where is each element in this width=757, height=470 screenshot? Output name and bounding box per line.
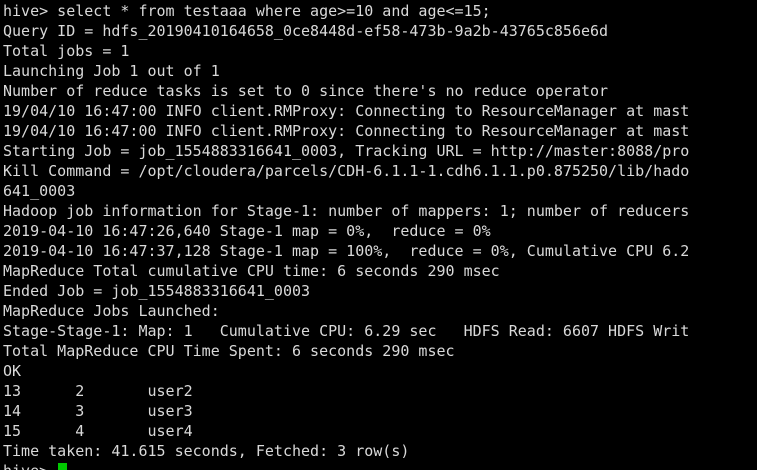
terminal-line-ok: OK (3, 362, 22, 380)
terminal-line-query-id: Query ID = hdfs_20190410164658_0ce8448d-… (3, 22, 609, 40)
terminal-line-rmproxy-2: 19/04/10 16:47:00 INFO client.RMProxy: C… (3, 122, 690, 140)
terminal-line-kill-command: Kill Command = /opt/cloudera/parcels/CDH… (3, 162, 690, 180)
result-row: 13 2 user2 (3, 382, 193, 400)
terminal-line-total-cpu-time: Total MapReduce CPU Time Spent: 6 second… (3, 342, 455, 360)
terminal-window[interactable]: hive> select * from testaaa where age>=1… (0, 0, 757, 470)
terminal-line-jobs-launched: MapReduce Jobs Launched: (3, 302, 220, 320)
terminal-line-launching-job: Launching Job 1 out of 1 (3, 62, 220, 80)
terminal-line-stage-summary: Stage-Stage-1: Map: 1 Cumulative CPU: 6.… (3, 322, 690, 340)
terminal-line-kill-command-wrap: 641_0003 (3, 182, 76, 200)
terminal-line-job-information: Hadoop job information for Stage-1: numb… (3, 202, 690, 220)
terminal-input-line[interactable]: hive> (3, 461, 757, 470)
terminal-prompt: hive> (3, 462, 57, 470)
terminal-line-starting-job: Starting Job = job_1554883316641_0003, T… (3, 142, 690, 160)
terminal-line-progress-1: 2019-04-10 16:47:26,640 Stage-1 map = 0%… (3, 222, 491, 240)
terminal-line-time-taken: Time taken: 41.615 seconds, Fetched: 3 r… (3, 442, 410, 460)
terminal-line-rmproxy-1: 19/04/10 16:47:00 INFO client.RMProxy: C… (3, 102, 690, 120)
result-row: 15 4 user4 (3, 422, 193, 440)
terminal-line-total-jobs: Total jobs = 1 (3, 42, 130, 60)
terminal-line-progress-2: 2019-04-10 16:47:37,128 Stage-1 map = 10… (3, 242, 690, 260)
terminal-line-reduce-tasks: Number of reduce tasks is set to 0 since… (3, 82, 609, 100)
terminal-line-cpu-time: MapReduce Total cumulative CPU time: 6 s… (3, 262, 500, 280)
terminal-cursor (58, 463, 68, 470)
result-row: 14 3 user3 (3, 402, 193, 420)
terminal-line-ended-job: Ended Job = job_1554883316641_0003 (3, 282, 311, 300)
terminal-line-command: hive> select * from testaaa where age>=1… (3, 2, 491, 20)
